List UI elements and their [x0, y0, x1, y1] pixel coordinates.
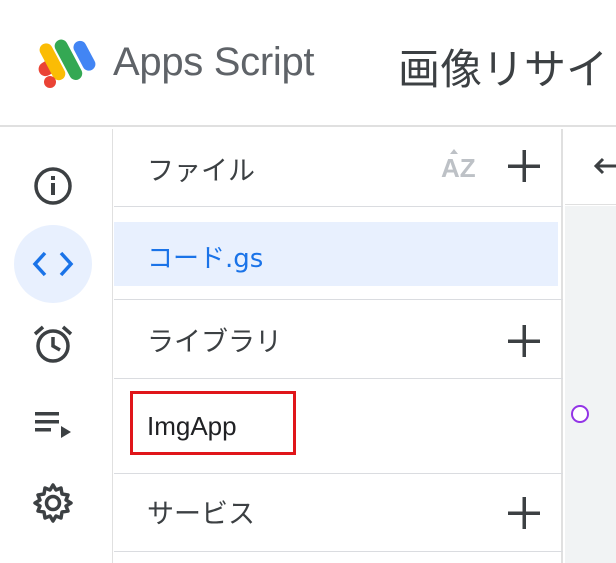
add-library-icon[interactable]	[507, 324, 541, 358]
sort-az-label: AZ	[441, 153, 476, 183]
rail-item-triggers[interactable]	[14, 305, 92, 383]
library-item-imgapp[interactable]: ImgApp	[114, 379, 563, 474]
libraries-section-header: ライブラリ	[114, 299, 563, 379]
code-editor-area	[565, 129, 616, 563]
rail-item-settings[interactable]	[14, 464, 92, 542]
undo-icon[interactable]	[593, 153, 616, 181]
editor-body[interactable]	[565, 206, 616, 563]
libraries-section-title: ライブラリ	[147, 327, 282, 358]
app-header: Apps Script 画像リサイ	[0, 0, 616, 127]
files-section-title: ファイル	[147, 156, 255, 187]
code-icon	[32, 251, 74, 277]
add-service-icon[interactable]	[507, 496, 541, 530]
playlist-play-icon	[35, 412, 71, 438]
rail-item-overview[interactable]	[14, 147, 92, 225]
app-name: Apps Script	[113, 40, 315, 84]
breakpoint-marker-icon[interactable]	[571, 405, 589, 423]
files-section-header: ファイル AZ	[114, 129, 563, 207]
services-section-title: サービス	[147, 499, 255, 530]
gear-icon	[33, 483, 73, 523]
rail-item-executions[interactable]	[14, 385, 92, 463]
add-file-icon[interactable]	[507, 149, 541, 183]
alarm-icon	[33, 325, 73, 363]
editor-toolbar	[565, 129, 616, 205]
sort-az-icon[interactable]: AZ	[439, 147, 481, 187]
project-title[interactable]: 画像リサイ	[398, 36, 608, 97]
library-item-label: ImgApp	[147, 411, 237, 441]
rail-item-editor[interactable]	[14, 225, 92, 303]
services-section-header: サービス	[114, 474, 563, 552]
info-icon	[34, 167, 72, 205]
file-item-code-gs[interactable]: コード.gs	[114, 222, 558, 286]
file-panel: ファイル AZ コード.gs ライブラリ ImgApp サービス	[114, 129, 563, 563]
left-nav-rail	[0, 129, 113, 563]
file-item-label: コード.gs	[147, 244, 264, 274]
apps-script-logo[interactable]	[36, 34, 102, 90]
